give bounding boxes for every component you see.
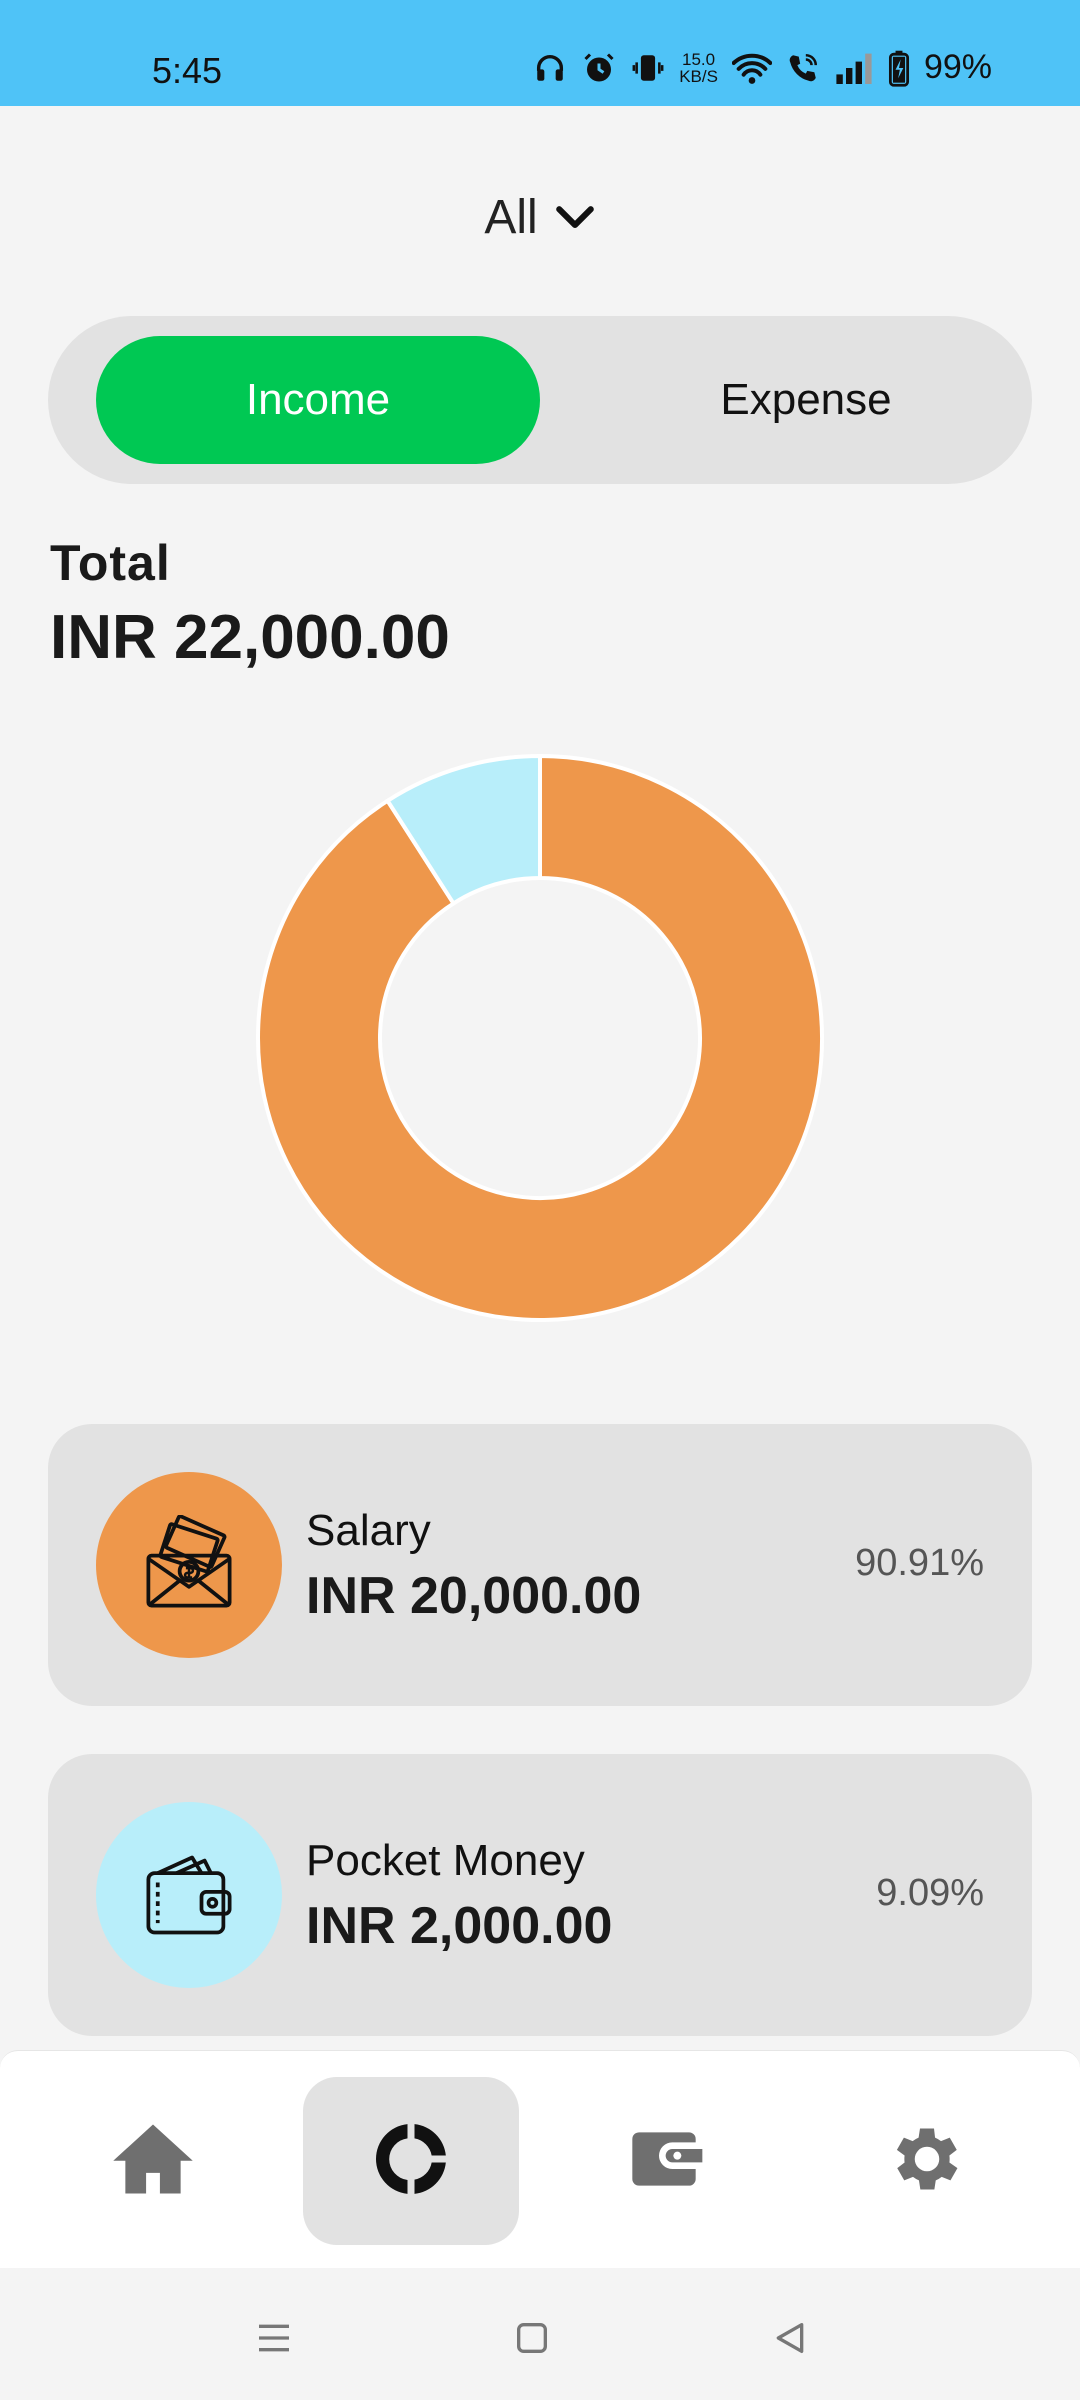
period-dropdown[interactable]: All — [0, 190, 1080, 245]
expense-tab[interactable]: Expense — [584, 336, 1028, 464]
nav-wallet[interactable] — [561, 2077, 777, 2245]
category-amount: INR 20,000.00 — [306, 1567, 642, 1625]
status-bar: 5:45 15.0 KB/S 99% — [0, 0, 1080, 106]
category-name: Salary — [306, 1506, 431, 1555]
net-speed-value: 15.0 — [682, 49, 716, 69]
chevron-down-icon — [554, 190, 596, 245]
home-square-icon[interactable] — [502, 2308, 562, 2368]
type-toggle: Income Expense — [48, 316, 1032, 484]
nav-home[interactable] — [45, 2077, 261, 2245]
wallet-icon — [96, 1802, 282, 1988]
back-icon[interactable] — [760, 2308, 820, 2368]
wifi-call-icon — [786, 51, 820, 85]
status-time: 5:45 — [152, 50, 223, 91]
vibrate-icon — [631, 51, 665, 85]
income-tab[interactable]: Income — [96, 336, 540, 464]
money-envelope-icon — [96, 1472, 282, 1658]
battery-charging-icon — [888, 49, 910, 87]
wallet-icon — [629, 2119, 709, 2204]
battery-level: 99% — [923, 48, 992, 86]
donut-chart-icon — [369, 2117, 453, 2206]
gear-icon — [885, 2117, 969, 2206]
home-icon — [111, 2121, 195, 2202]
nav-settings[interactable] — [819, 2077, 1035, 2245]
period-selected: All — [484, 191, 538, 244]
nav-stats[interactable] — [303, 2077, 519, 2245]
signal-icon — [834, 52, 874, 84]
alarm-icon — [581, 50, 617, 86]
system-nav-bar — [0, 2268, 1080, 2400]
category-card-salary[interactable]: Salary INR 20,000.00 90.91% — [48, 1424, 1032, 1706]
bottom-nav — [0, 2050, 1080, 2268]
category-card-pocket-money[interactable]: Pocket Money INR 2,000.00 9.09% — [48, 1754, 1032, 2036]
category-percent: 9.09% — [876, 1872, 984, 1914]
total-label: Total — [50, 535, 171, 591]
net-speed-unit: KB/S — [679, 66, 718, 86]
total-value: INR 22,000.00 — [50, 603, 450, 672]
category-name: Pocket Money — [306, 1836, 585, 1885]
income-donut-chart — [256, 753, 824, 1322]
status-icons: 15.0 KB/S 99% — [533, 48, 992, 87]
net-speed: 15.0 KB/S — [679, 51, 718, 85]
wifi-icon — [731, 51, 772, 85]
menu-icon[interactable] — [244, 2308, 304, 2368]
headphones-icon — [533, 51, 567, 85]
category-amount: INR 2,000.00 — [306, 1897, 613, 1955]
category-percent: 90.91% — [855, 1542, 984, 1584]
